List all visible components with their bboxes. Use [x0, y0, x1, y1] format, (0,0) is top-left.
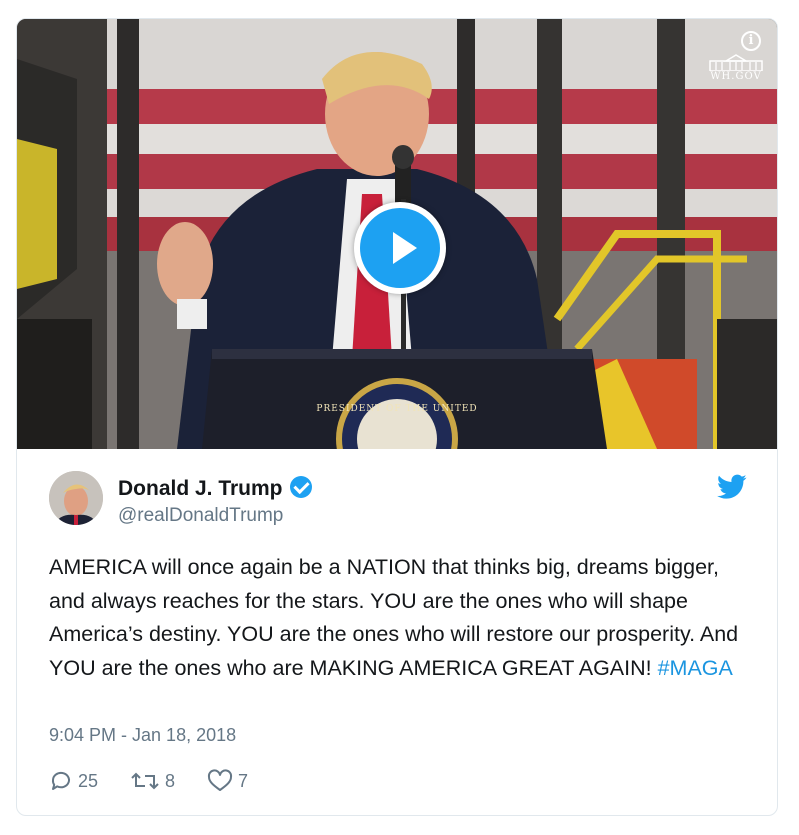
retweet-count: 8	[165, 770, 176, 791]
retweet-button[interactable]: 8	[130, 769, 175, 793]
like-count: 7	[238, 770, 249, 791]
tweet-timestamp[interactable]: 9:04 PM - Jan 18, 2018	[49, 725, 236, 746]
author-name-text: Donald J. Trump	[118, 477, 283, 500]
avatar[interactable]	[49, 471, 103, 525]
avatar-image	[49, 471, 103, 525]
reply-count: 25	[78, 770, 99, 791]
twitter-bird-icon[interactable]	[717, 474, 747, 500]
wh-gov-watermark: i WH.GOV	[703, 31, 769, 87]
hashtag-link[interactable]: #MAGA	[658, 656, 733, 680]
video-player[interactable]: PRESIDENT OF THE UNITED i WH.GOV	[17, 19, 777, 449]
tweet-actions: 25 8 7	[49, 766, 280, 796]
retweet-icon	[131, 772, 159, 790]
verified-badge-icon	[289, 476, 312, 498]
tweet-card: PRESIDENT OF THE UNITED i WH.GOV Donald …	[16, 18, 778, 816]
author-name[interactable]: Donald J. Trump	[118, 476, 312, 501]
reply-icon	[51, 771, 70, 790]
info-icon[interactable]: i	[741, 31, 761, 51]
heart-icon	[208, 769, 233, 791]
wh-gov-label: WH.GOV	[710, 71, 762, 82]
reply-button[interactable]: 25	[49, 769, 98, 793]
white-house-icon	[709, 54, 763, 71]
tweet-body: AMERICA will once again be a NATION that…	[49, 555, 739, 680]
play-icon	[360, 208, 440, 288]
play-button[interactable]	[354, 202, 446, 294]
author-handle[interactable]: @realDonaldTrump	[118, 505, 283, 527]
like-button[interactable]: 7	[207, 769, 248, 793]
svg-text:PRESIDENT OF THE UNITED: PRESIDENT OF THE UNITED	[316, 404, 477, 414]
tweet-text: AMERICA will once again be a NATION that…	[49, 551, 749, 685]
